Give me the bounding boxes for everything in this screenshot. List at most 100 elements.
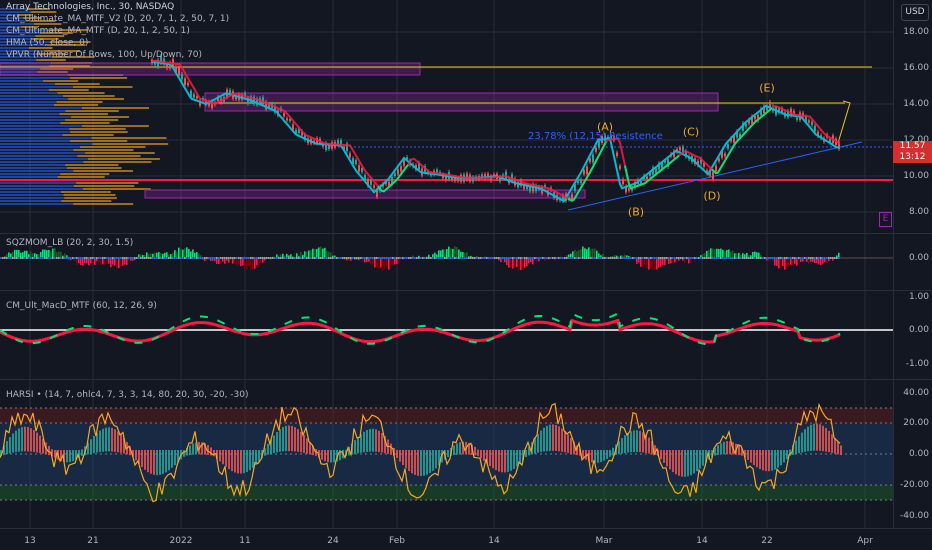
price-axis[interactable]: USD 18.00 16.00 14.00 12.00 10.00 8.00: [893, 0, 932, 233]
harsi-candle: [558, 426, 560, 452]
indicator-legend-vpvr[interactable]: VPVR (Number Of Rows, 100, Up/Down, 70): [6, 50, 202, 61]
indicator-legend-ultimate-ma[interactable]: CM_Ultimate_MA_MTF (D, 20, 1, 2, 50, 1): [6, 26, 190, 37]
vpvr-row-down: [64, 197, 117, 199]
harsi-candle: [375, 429, 377, 452]
sqz-bar: [48, 249, 50, 258]
sqz-dot: [624, 257, 626, 259]
harsi-candle: [243, 450, 245, 474]
sqz-bar: [186, 247, 188, 258]
harsi-axis[interactable]: 40.00 20.00 0.00 -20.00 -40.00: [893, 380, 932, 528]
vpvr-row-down: [65, 110, 119, 112]
sqz-dot: [196, 257, 198, 259]
sqz-dot: [682, 257, 684, 259]
time-tick: 2022: [169, 536, 193, 546]
sqz-dot: [456, 257, 458, 259]
sqz-bar: [574, 249, 576, 258]
candle-body: [724, 153, 726, 157]
indicator-legend-hma[interactable]: HMA (50, close, 0): [6, 38, 88, 49]
harsi-candle: [228, 450, 230, 470]
sqz-dot: [108, 257, 110, 259]
harsi-candle: [219, 450, 221, 462]
harsi-candle: [231, 450, 233, 472]
sqzmom-pane[interactable]: SQZMOM_LB (20, 2, 30, 1.5): [0, 234, 893, 290]
time-axis[interactable]: 13 21 2022 11 24 Feb 14 Mar 14 22 Apr: [0, 529, 932, 550]
sqzmom-axis[interactable]: 0.00: [893, 234, 932, 290]
visibility-dot-icon[interactable]: •: [36, 390, 41, 400]
harsi-candle: [498, 450, 500, 472]
macd-legend[interactable]: CM_Ult_MacD_MTF (60, 12, 26, 9): [6, 301, 157, 312]
sqz-bar: [320, 246, 322, 258]
vpvr-row-down: [69, 128, 126, 130]
sqz-dot: [658, 257, 660, 259]
main-price-pane[interactable]: Array Technologies, Inc., 30, NASDAQ CM_…: [0, 0, 893, 233]
macd-pane[interactable]: CM_Ult_MacD_MTF (60, 12, 26, 9): [0, 291, 893, 379]
sqz-dot: [594, 257, 596, 259]
sqz-dot: [764, 257, 766, 259]
sqz-bar: [594, 248, 596, 258]
currency-button[interactable]: USD: [901, 4, 929, 21]
vpvr-row-up: [0, 194, 64, 196]
harsi-candle: [624, 435, 626, 454]
harsi-candle: [390, 443, 392, 455]
harsi-candle: [774, 450, 776, 470]
sqz-dot: [444, 257, 446, 259]
sqz-dot: [552, 257, 554, 259]
sqz-dot: [584, 257, 586, 259]
sqz-dot: [304, 257, 306, 259]
sqz-dot: [478, 257, 480, 259]
candle-body: [193, 94, 195, 98]
sqz-dot: [454, 257, 456, 259]
sqz-dot: [176, 257, 178, 259]
sqz-dot: [360, 257, 362, 259]
harsi-candle: [687, 450, 689, 477]
sqz-dot: [278, 257, 280, 259]
vpvr-row-down: [83, 161, 152, 163]
sqz-bar: [710, 248, 712, 258]
sqz-dot: [364, 257, 366, 259]
sqz-dot: [496, 257, 498, 259]
sqz-dot: [178, 257, 180, 259]
sqz-bar: [456, 247, 458, 258]
sqz-dot: [318, 257, 320, 259]
harsi-candle: [453, 445, 455, 456]
sqz-dot: [652, 257, 654, 259]
sqzmom-tick: 0.00: [908, 253, 929, 263]
sqz-bar: [184, 248, 186, 258]
harsi-candle: [567, 434, 569, 453]
earnings-marker[interactable]: E: [879, 212, 892, 227]
sqzmom-legend[interactable]: SQZMOM_LB (20, 2, 30, 1.5): [6, 238, 133, 249]
harsi-candle: [411, 450, 413, 474]
sqz-dot: [822, 257, 824, 259]
harsi-legend[interactable]: HARSI • (14, 7, ohlc4, 7, 3, 3, 14, 80, …: [6, 390, 249, 401]
sqz-dot: [316, 257, 318, 259]
sqz-bar: [392, 258, 394, 266]
sqz-bar: [50, 251, 52, 258]
harsi-pane[interactable]: HARSI • (14, 7, ohlc4, 7, 3, 3, 14, 80, …: [0, 380, 893, 528]
sqz-dot: [84, 257, 86, 259]
macd-axis[interactable]: 1.00 0.00 -1.00: [893, 291, 932, 379]
sqz-dot: [772, 257, 774, 259]
macd-tick: 0.00: [908, 325, 929, 335]
indicator-legend-ultimate-ma-v2[interactable]: CM_Ultimate_MA_MTF_V2 (D, 20, 7, 1, 2, 5…: [6, 14, 229, 25]
sqz-bar: [110, 258, 112, 268]
sqz-dot: [284, 257, 286, 259]
sqz-dot: [502, 257, 504, 259]
sqz-bar: [796, 258, 798, 266]
sqz-bar: [458, 249, 460, 258]
sqz-dot: [656, 257, 658, 259]
sqz-dot: [330, 257, 332, 259]
harsi-candle: [483, 450, 485, 461]
vpvr-row-down: [72, 86, 133, 88]
harsi-candle: [246, 450, 248, 473]
candle-body: [712, 171, 714, 180]
vpvr-row-up: [0, 197, 65, 199]
vpvr-row-up: [0, 116, 71, 118]
tradingview-chart-window: Array Technologies, Inc., 30, NASDAQ CM_…: [0, 0, 932, 550]
sqz-dot: [630, 257, 632, 259]
candle-body: [184, 78, 186, 86]
sqz-dot: [350, 257, 352, 259]
vpvr-row-down: [53, 104, 99, 106]
harsi-candle: [114, 429, 116, 452]
sqz-dot: [232, 257, 234, 259]
sqz-dot: [472, 257, 474, 259]
